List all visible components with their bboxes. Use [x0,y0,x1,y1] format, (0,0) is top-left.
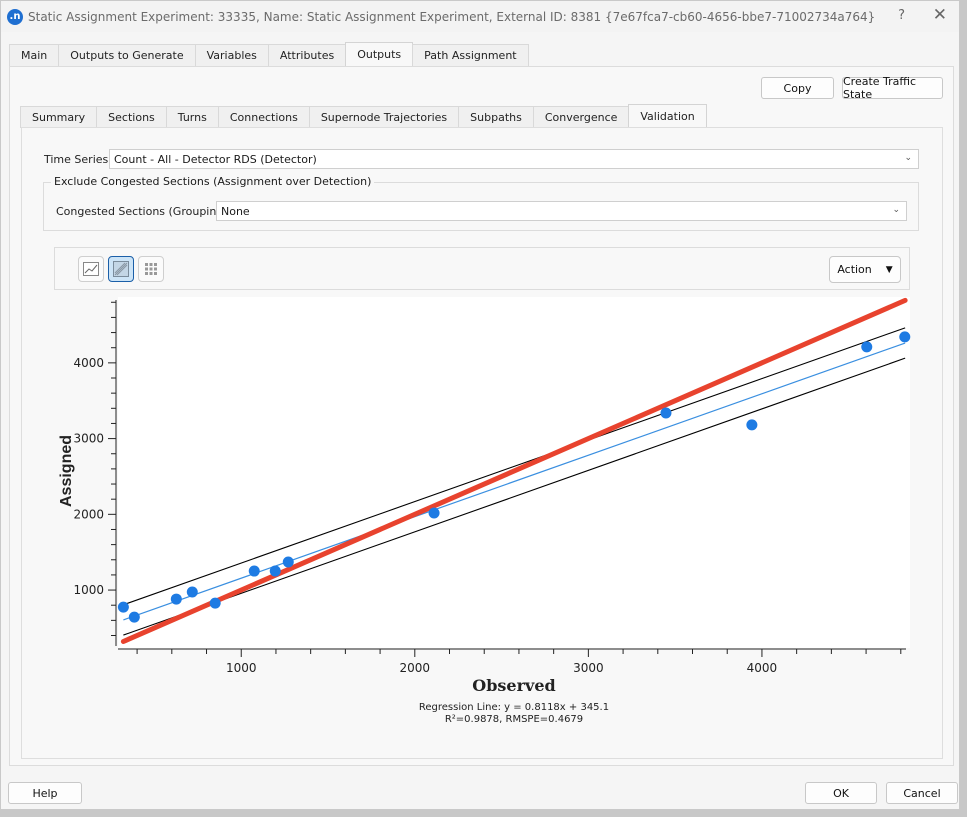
regression-line [123,342,906,621]
x-tick-label: 1000 [226,661,257,675]
x-axis-title: Observed [472,676,555,695]
ok-button[interactable]: OK [805,782,877,804]
data-point [746,419,758,431]
dialog-window: .n Static Assignment Experiment: 33335, … [0,0,960,810]
y-tick-label: 1000 [73,583,104,597]
data-point [428,507,440,519]
y-axis-title: Assigned [58,435,75,507]
data-point [282,556,294,568]
y-tick-label: 2000 [73,507,104,521]
identity-line [120,297,908,644]
data-point [186,586,198,598]
upper-confidence-line [123,327,906,606]
data-point [861,341,873,353]
lower-confidence-line [123,357,906,636]
data-point [899,331,911,343]
y-tick-label: 4000 [73,356,104,370]
data-point [248,565,260,577]
regression-annotation: Regression Line: y = 0.8118x + 345.1 [419,702,609,713]
data-point [269,565,281,577]
data-point [117,601,129,613]
data-point [209,597,221,609]
y-tick-label: 3000 [73,432,104,446]
scatter-chart: 1000 2000 3000 4000 1000 2000 3000 4000 Observe… [58,297,911,725]
x-tick-label: 4000 [747,661,778,675]
x-tick-label: 3000 [573,661,604,675]
cancel-button[interactable]: Cancel [886,782,958,804]
x-tick-label: 2000 [400,661,431,675]
data-point [170,593,182,605]
data-point [660,407,672,419]
help-button[interactable]: Help [8,782,82,804]
data-point [128,611,140,623]
fit-statistics-annotation: R²=0.9878, RMSPE=0.4679 [445,714,583,725]
